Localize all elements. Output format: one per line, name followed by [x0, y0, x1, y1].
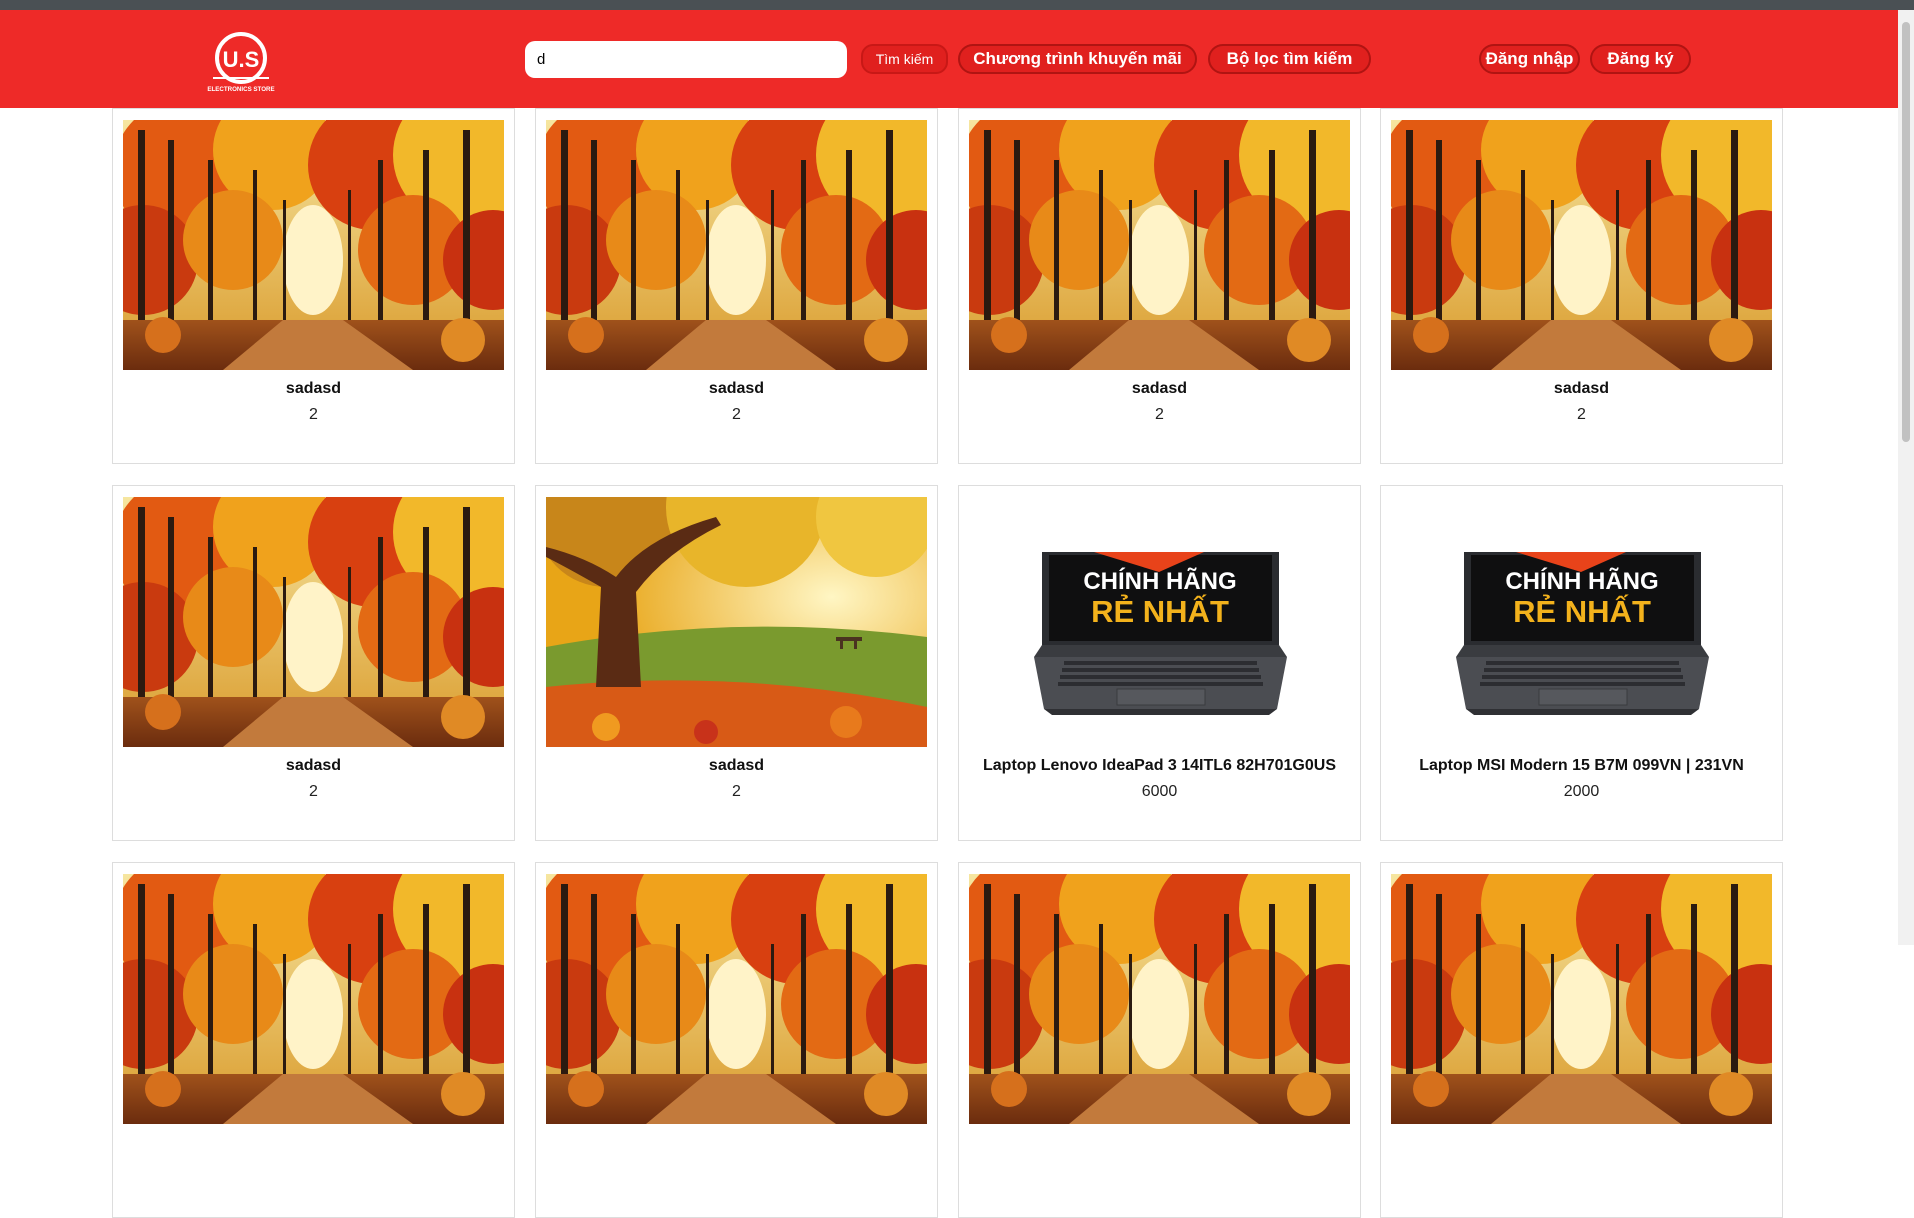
product-name[interactable]: Laptop MSI Modern 15 B7M 099VN | 231VN: [1381, 757, 1782, 775]
product-price: 6000: [1141, 783, 1178, 800]
product-image[interactable]: [546, 120, 927, 370]
autumn-forest-image: [123, 874, 504, 1124]
product-name[interactable]: sadasd: [536, 380, 937, 398]
product-price: 2: [732, 783, 741, 800]
product-image[interactable]: CHÍNH HÃNG RẺ NHẤT: [1391, 497, 1772, 747]
product-card[interactable]: sadasd 2: [112, 485, 515, 841]
autumn-forest-image: [1391, 874, 1772, 1124]
logo-subtext: ELECTRONICS STORE: [207, 86, 274, 93]
product-name[interactable]: sadasd: [113, 380, 514, 398]
product-name[interactable]: sadasd: [113, 757, 514, 775]
product-image[interactable]: [969, 120, 1350, 370]
laptop-promo-image: CHÍNH HÃNG RẺ NHẤT: [969, 497, 1350, 747]
product-image[interactable]: CHÍNH HÃNG RẺ NHẤT: [969, 497, 1350, 747]
product-image[interactable]: [969, 874, 1350, 1124]
product-price: 2: [309, 783, 318, 800]
site-header: U.S ELECTRONICS STORE Tìm kiếm Chương tr…: [0, 10, 1898, 108]
product-card[interactable]: sadasd 2: [958, 108, 1361, 464]
autumn-forest-image: [123, 497, 504, 747]
product-price: 2: [732, 406, 741, 423]
product-price: 2000: [1563, 783, 1600, 800]
product-card[interactable]: sadasd 2: [535, 108, 938, 464]
product-card[interactable]: CHÍNH HÃNG RẺ NHẤT Laptop MSI Modern 15 …: [1380, 485, 1783, 841]
product-image[interactable]: [123, 874, 504, 1124]
autumn-forest-image: [969, 120, 1350, 370]
promo-text-line1: CHÍNH HÃNG: [1083, 567, 1236, 595]
product-image[interactable]: [123, 497, 504, 747]
product-price: 2: [1577, 406, 1586, 423]
promo-text-line2: RẺ NHẤT: [1513, 594, 1651, 629]
product-image[interactable]: [123, 120, 504, 370]
product-card[interactable]: [535, 862, 938, 1218]
search-filter-button[interactable]: Bộ lọc tìm kiếm: [1208, 44, 1371, 74]
product-price: 2: [309, 406, 318, 423]
promo-text-line1: CHÍNH HÃNG: [1505, 567, 1658, 595]
product-image[interactable]: [546, 497, 927, 747]
product-card[interactable]: sadasd 2: [535, 485, 938, 841]
autumn-forest-image: [546, 874, 927, 1124]
product-card[interactable]: [1380, 862, 1783, 1218]
autumn-forest-image: [1391, 120, 1772, 370]
autumn-forest-image: [123, 120, 504, 370]
product-price: 2: [1155, 406, 1164, 423]
register-button[interactable]: Đăng ký: [1590, 44, 1691, 74]
product-card[interactable]: [112, 862, 515, 1218]
product-image[interactable]: [546, 874, 927, 1124]
product-card[interactable]: [958, 862, 1361, 1218]
autumn-forest-image: [546, 120, 927, 370]
product-name[interactable]: sadasd: [1381, 380, 1782, 398]
product-image[interactable]: [1391, 874, 1772, 1124]
product-card[interactable]: sadasd 2: [1380, 108, 1783, 464]
search-input[interactable]: [525, 41, 847, 78]
product-card[interactable]: CHÍNH HÃNG RẺ NHẤT Laptop Lenovo IdeaPad…: [958, 485, 1361, 841]
login-button[interactable]: Đăng nhập: [1479, 44, 1580, 74]
store-logo[interactable]: U.S ELECTRONICS STORE: [205, 30, 277, 96]
product-image[interactable]: [1391, 120, 1772, 370]
product-name[interactable]: Laptop Lenovo IdeaPad 3 14ITL6 82H701G0U…: [959, 757, 1360, 775]
search-button[interactable]: Tìm kiếm: [861, 44, 948, 74]
promo-text-line2: RẺ NHẤT: [1091, 594, 1229, 629]
product-name[interactable]: sadasd: [959, 380, 1360, 398]
autumn-tree-image: [546, 497, 927, 747]
promotions-button[interactable]: Chương trình khuyến mãi: [958, 44, 1197, 74]
laptop-promo-image: CHÍNH HÃNG RẺ NHẤT: [1391, 497, 1772, 747]
scrollbar-thumb[interactable]: [1902, 22, 1910, 442]
product-card[interactable]: sadasd 2: [112, 108, 515, 464]
product-name[interactable]: sadasd: [536, 757, 937, 775]
autumn-forest-image: [969, 874, 1350, 1124]
logo-text: U.S: [223, 47, 260, 72]
browser-top-strip: [0, 0, 1914, 10]
